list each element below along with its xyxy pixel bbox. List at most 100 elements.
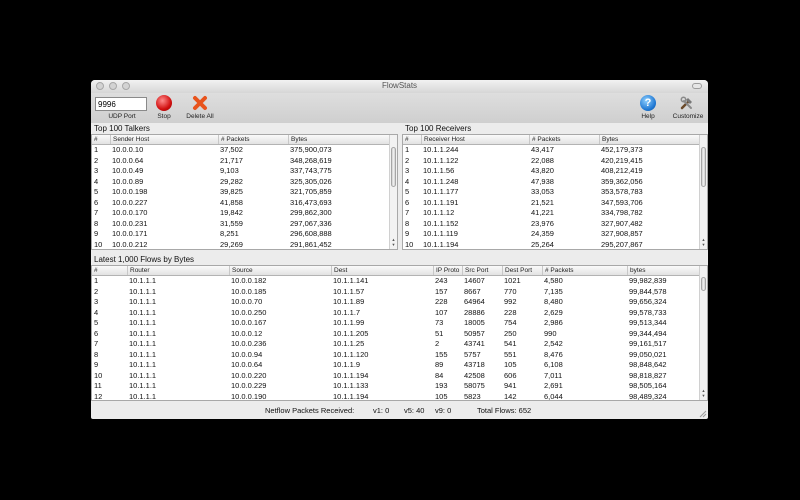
title-bar: FlowStats — [91, 80, 708, 93]
customize-icon[interactable] — [679, 95, 695, 111]
talkers-scrollbar[interactable]: ▲ ▼ — [389, 135, 397, 249]
flows-table-row[interactable]: 12 10.1.1.1 10.0.0.190 10.1.1.194 105 5823 142… — [92, 391, 707, 401]
receivers-table-row[interactable]: 4 10.1.1.248 47,938 359,362,056 — [403, 177, 707, 187]
receivers-scrollbar[interactable]: ▲ ▼ — [699, 135, 707, 249]
talkers-table-row[interactable]: 2 10.0.0.64 21,717 348,268,619 — [92, 156, 397, 166]
receivers-table-row[interactable]: 6 10.1.1.191 21,521 347,593,706 — [403, 198, 707, 208]
flows-table-row[interactable]: 2 10.1.1.1 10.0.0.185 10.1.1.57 157 8667 770 7,… — [92, 287, 707, 297]
flows-cell: 10.1.1.1 — [129, 381, 157, 390]
talkers-col-bytes[interactable]: Bytes — [288, 135, 391, 144]
flows-cell: 99,656,324 — [629, 297, 667, 306]
flows-cell: 10.1.1.1 — [129, 349, 157, 359]
flows-cell: 10.0.0.236 — [231, 339, 267, 348]
delete-all-icon[interactable] — [192, 95, 208, 111]
flows-cell: 8 — [94, 349, 99, 359]
receivers-table-row[interactable]: 8 10.1.1.152 23,976 327,907,482 — [403, 219, 707, 229]
talkers-col-sender-host[interactable]: Sender Host — [110, 135, 218, 144]
flows-cell: 243 — [435, 276, 448, 285]
talkers-cell: 21,717 — [220, 155, 243, 165]
flows-col-bytes[interactable]: bytes — [627, 266, 701, 275]
talkers-table-row[interactable]: 9 10.0.0.171 8,251 296,608,888 — [92, 229, 397, 239]
receivers-cell: 43,820 — [531, 166, 554, 175]
talkers-table-row[interactable]: 7 10.0.0.170 19,842 299,862,300 — [92, 208, 397, 218]
toolbar-toggle-button[interactable] — [692, 83, 702, 89]
flows-table-row[interactable]: 6 10.1.1.1 10.0.0.12 10.1.1.205 51 50957 250 99… — [92, 329, 707, 339]
resize-grip-icon[interactable] — [699, 410, 707, 418]
talkers-table-row[interactable]: 8 10.0.0.231 31,559 297,067,336 — [92, 219, 397, 229]
flows-cell: 551 — [504, 349, 517, 359]
flows-scroll-arrows[interactable]: ▲ ▼ — [700, 388, 707, 400]
receivers-table-row[interactable]: 3 10.1.1.56 43,820 408,212,419 — [403, 166, 707, 176]
talkers-table[interactable]: # Sender Host # Packets Bytes 1 10.0.0.10… — [91, 134, 398, 250]
talkers-table-row[interactable]: 3 10.0.0.49 9,103 337,743,775 — [92, 166, 397, 176]
receivers-cell: 33,053 — [531, 187, 554, 196]
receivers-scroll-thumb[interactable] — [701, 147, 706, 187]
receivers-table-row[interactable]: 7 10.1.1.12 41,221 334,798,782 — [403, 208, 707, 218]
flows-cell: 990 — [544, 328, 557, 338]
flows-table-row[interactable]: 11 10.1.1.1 10.0.0.229 10.1.1.133 193 58075 94… — [92, 381, 707, 391]
flows-cell: 98,489,324 — [629, 391, 667, 401]
talkers-scroll-thumb[interactable] — [391, 147, 396, 187]
receivers-table[interactable]: # Receiver Host # Packets Bytes 1 10.1.1.… — [402, 134, 708, 250]
flows-cell: 28886 — [464, 307, 485, 317]
flows-col-packets[interactable]: # Packets — [542, 266, 627, 275]
customize-button-label[interactable]: Customize — [670, 113, 706, 120]
receivers-cell: 10.1.1.194 — [423, 239, 459, 249]
receivers-table-row[interactable]: 5 10.1.1.177 33,053 353,578,783 — [403, 187, 707, 197]
receivers-table-row[interactable]: 1 10.1.1.244 43,417 452,179,373 — [403, 145, 707, 155]
flows-table-row[interactable]: 8 10.1.1.1 10.0.0.94 10.1.1.120 155 5757 551 8,… — [92, 350, 707, 360]
udp-port-input[interactable] — [95, 97, 147, 111]
flows-table-header: # Router Source Dest IP Proto Src Port D… — [92, 266, 707, 276]
help-icon[interactable]: ? — [640, 95, 656, 111]
receivers-col-receiver-host[interactable]: Receiver Host — [421, 135, 529, 144]
receivers-col-packets[interactable]: # Packets — [529, 135, 599, 144]
stop-button-label[interactable]: Stop — [152, 113, 176, 120]
flows-table-row[interactable]: 9 10.1.1.1 10.0.0.64 10.1.1.9 89 43718 105 6,10… — [92, 360, 707, 370]
receivers-table-row[interactable]: 2 10.1.1.122 22,088 420,219,415 — [403, 156, 707, 166]
receivers-table-row[interactable]: 9 10.1.1.119 24,359 327,908,857 — [403, 229, 707, 239]
talkers-table-row[interactable]: 10 10.0.0.212 29,269 291,861,452 — [92, 240, 397, 250]
receivers-col-bytes[interactable]: Bytes — [599, 135, 702, 144]
flows-col-router[interactable]: Router — [127, 266, 229, 275]
flows-table-row[interactable]: 3 10.1.1.1 10.0.0.70 10.1.1.89 228 64964 992 8,… — [92, 297, 707, 307]
flows-col-dest-port[interactable]: Dest Port — [502, 266, 542, 275]
flows-table-row[interactable]: 1 10.1.1.1 10.0.0.182 10.1.1.141 243 14607 102… — [92, 276, 707, 286]
v9-count: v9: 0 — [435, 406, 452, 415]
receivers-cell: 420,219,415 — [601, 155, 643, 165]
receivers-table-row[interactable]: 10 10.1.1.194 25,264 295,207,867 — [403, 240, 707, 250]
flows-table-row[interactable]: 7 10.1.1.1 10.0.0.236 10.1.1.25 2 43741 541 2,5… — [92, 339, 707, 349]
receivers-col-index[interactable]: # — [403, 135, 421, 144]
flows-table-row[interactable]: 4 10.1.1.1 10.0.0.250 10.1.1.7 107 28886 228 2,… — [92, 308, 707, 318]
flows-table[interactable]: # Router Source Dest IP Proto Src Port D… — [91, 265, 708, 401]
talkers-scroll-arrows[interactable]: ▲ ▼ — [390, 237, 397, 249]
flows-col-index[interactable]: # — [92, 266, 127, 275]
flows-scroll-thumb[interactable] — [701, 277, 706, 291]
talkers-cell: 10.0.0.227 — [112, 197, 148, 207]
flows-col-source[interactable]: Source — [229, 266, 331, 275]
talkers-col-packets[interactable]: # Packets — [218, 135, 288, 144]
flows-table-row[interactable]: 5 10.1.1.1 10.0.0.167 10.1.1.99 73 18005 754 2,… — [92, 318, 707, 328]
talkers-cell: 5 — [94, 187, 99, 196]
total-flows: Total Flows: 652 — [477, 406, 532, 415]
flows-cell: 10.0.0.182 — [231, 276, 267, 285]
flows-cell: 99,513,344 — [629, 318, 667, 327]
talkers-cell: 9,103 — [220, 166, 239, 175]
flows-col-ip-proto[interactable]: IP Proto — [433, 266, 462, 275]
flows-col-dest[interactable]: Dest — [331, 266, 433, 275]
receivers-cell: 5 — [405, 187, 410, 196]
talkers-col-index[interactable]: # — [92, 135, 110, 144]
talkers-cell: 10.0.0.171 — [112, 229, 148, 238]
help-button-label[interactable]: Help — [636, 113, 660, 120]
flows-cell: 6 — [94, 328, 99, 338]
talkers-table-row[interactable]: 6 10.0.0.227 41,858 316,473,693 — [92, 198, 397, 208]
receivers-cell: 452,179,373 — [601, 145, 643, 154]
talkers-table-row[interactable]: 5 10.0.0.198 39,825 321,705,859 — [92, 187, 397, 197]
talkers-table-row[interactable]: 4 10.0.0.89 29,282 325,305,026 — [92, 177, 397, 187]
flows-scrollbar[interactable]: ▲ ▼ — [699, 266, 707, 400]
talkers-table-row[interactable]: 1 10.0.0.10 37,502 375,900,073 — [92, 145, 397, 155]
receivers-scroll-arrows[interactable]: ▲ ▼ — [700, 237, 707, 249]
flows-col-src-port[interactable]: Src Port — [462, 266, 502, 275]
delete-all-button-label[interactable]: Delete All — [183, 113, 217, 120]
flows-table-row[interactable]: 10 10.1.1.1 10.0.0.220 10.1.1.194 84 42508 606… — [92, 371, 707, 381]
stop-icon[interactable] — [156, 95, 172, 111]
